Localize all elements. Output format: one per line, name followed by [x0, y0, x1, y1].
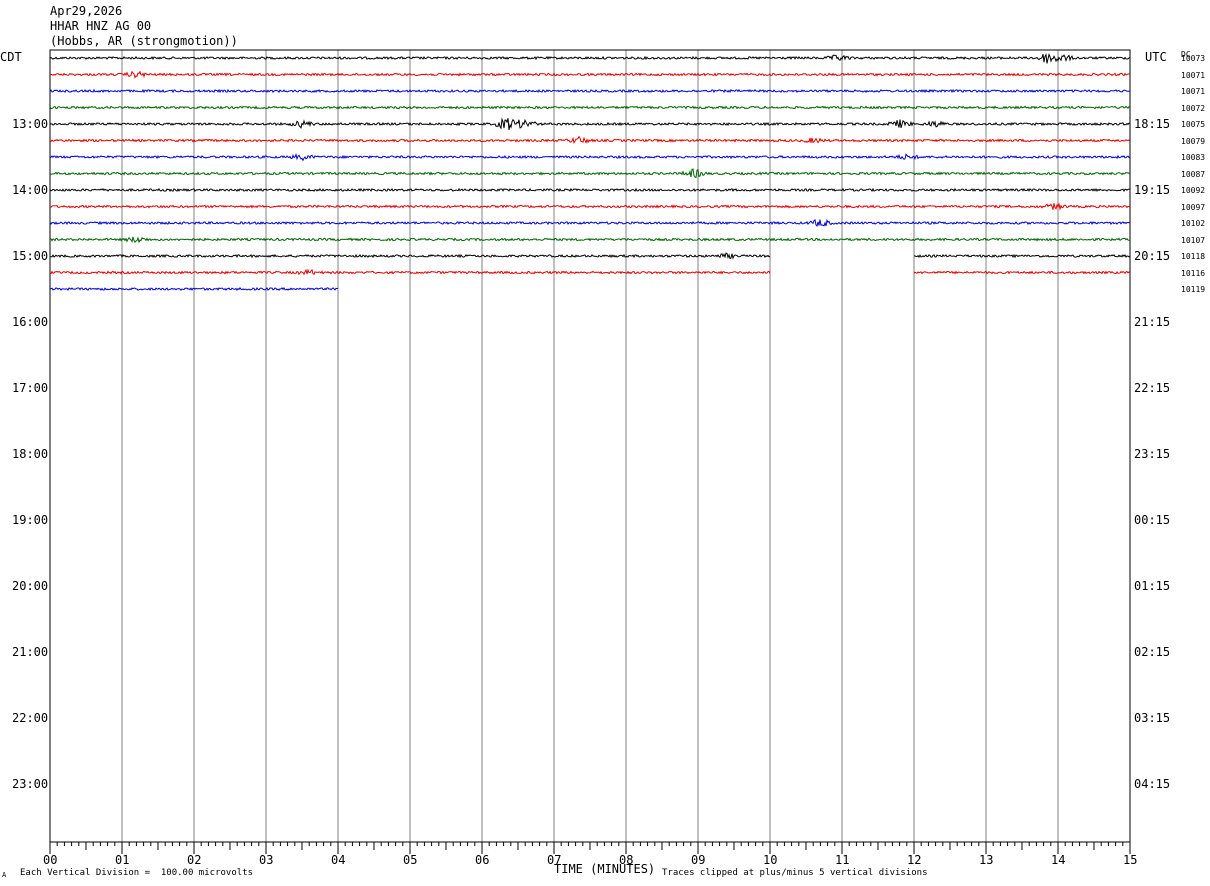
right-hour-label: 01:15: [1134, 579, 1171, 593]
right-hour-label: 02:15: [1134, 645, 1171, 659]
trace-row-6: [49, 152, 1131, 162]
dc-value-row-5: 10079: [1181, 136, 1206, 146]
right-hour-label: 03:15: [1134, 711, 1171, 725]
trace-row-11: [49, 236, 1131, 244]
left-hour-label: 17:00: [12, 381, 49, 395]
dc-value-row-6: 10083: [1181, 153, 1206, 162]
scale-note: Each Vertical Division = 100.00 microvol…: [20, 868, 253, 878]
x-tick-label: 10: [763, 853, 778, 867]
x-tick-label: 12: [907, 853, 922, 867]
x-tick-label: 01: [115, 853, 130, 867]
dc-value-row-10: 10102: [1181, 219, 1206, 228]
dc-value-row-4: 10075: [1181, 120, 1206, 129]
x-tick-label: 03: [259, 853, 274, 867]
left-hour-label: 18:00: [12, 447, 49, 461]
trace-row-0: [49, 53, 1131, 64]
right-hour-label: 19:15: [1134, 183, 1171, 197]
right-hour-label: 23:15: [1134, 447, 1171, 461]
right-hour-label: 22:15: [1134, 381, 1171, 395]
x-tick-label: 05: [403, 853, 418, 867]
x-tick-label: 06: [475, 853, 490, 867]
seismogram-plot: [49, 49, 1131, 854]
dc-value-row-9: 10097: [1181, 202, 1206, 212]
plot-frame: [49, 49, 1131, 843]
trace-row-12-seg-1: [914, 253, 1131, 259]
left-hour-label: 20:00: [12, 579, 49, 593]
trace-layer: [49, 53, 1131, 292]
x-tick-label: 00: [43, 853, 58, 867]
right-hour-label: 18:15: [1134, 117, 1171, 131]
left-hour-label: 22:00: [12, 711, 49, 725]
trace-row-13-seg-1: [913, 270, 1131, 275]
dc-value-row-7: 10087: [1181, 169, 1206, 179]
corner-mark: A: [2, 871, 7, 879]
grid-layer: [49, 49, 1131, 843]
x-tick-label: 09: [691, 853, 706, 867]
left-hour-label: 13:00: [12, 117, 49, 131]
x-tick-label: 15: [1123, 853, 1138, 867]
left-hour-label: 16:00: [12, 315, 49, 329]
dc-value-row-3: 10072: [1181, 103, 1206, 113]
left-hour-label: 23:00: [12, 777, 49, 791]
axis-layer: [49, 842, 1131, 854]
right-hour-label: 20:15: [1134, 249, 1171, 263]
dc-value-row-12: 10118: [1181, 252, 1206, 261]
dc-value-row-8: 10092: [1181, 186, 1206, 195]
trace-row-9: [49, 202, 1131, 211]
trace-row-2: [49, 88, 1130, 94]
right-hour-label: 04:15: [1134, 777, 1171, 791]
left-hour-label: 14:00: [12, 183, 49, 197]
left-hour-label: 15:00: [12, 249, 49, 263]
trace-row-10: [49, 218, 1131, 228]
x-tick-label: 11: [835, 853, 850, 867]
dc-value-row-11: 10107: [1181, 235, 1206, 245]
trace-row-3: [49, 105, 1131, 110]
x-axis-title: TIME (MINUTES): [554, 862, 656, 876]
trace-row-1: [49, 70, 1131, 79]
right-hour-label: 21:15: [1134, 315, 1171, 329]
clip-note: Traces clipped at plus/minus 5 vertical …: [662, 868, 928, 878]
trace-row-5: [49, 135, 1131, 145]
x-tick-label: 02: [187, 853, 202, 867]
dc-value-row-0: 10073: [1181, 54, 1206, 63]
dc-value-row-13: 10116: [1181, 268, 1206, 278]
trace-row-7: [49, 168, 1131, 179]
left-hour-label: 19:00: [12, 513, 49, 527]
trace-row-8: [49, 187, 1130, 193]
x-tick-label: 13: [979, 853, 994, 867]
x-tick-label: 04: [331, 853, 346, 867]
dc-value-row-1: 10071: [1181, 70, 1206, 80]
left-hour-label: 21:00: [12, 645, 49, 659]
right-hour-label: 00:15: [1134, 513, 1171, 527]
x-tick-label: 14: [1051, 853, 1066, 867]
trace-row-4: [49, 117, 1131, 131]
dc-value-row-2: 10071: [1181, 87, 1206, 96]
dc-value-row-14: 10119: [1181, 285, 1206, 294]
